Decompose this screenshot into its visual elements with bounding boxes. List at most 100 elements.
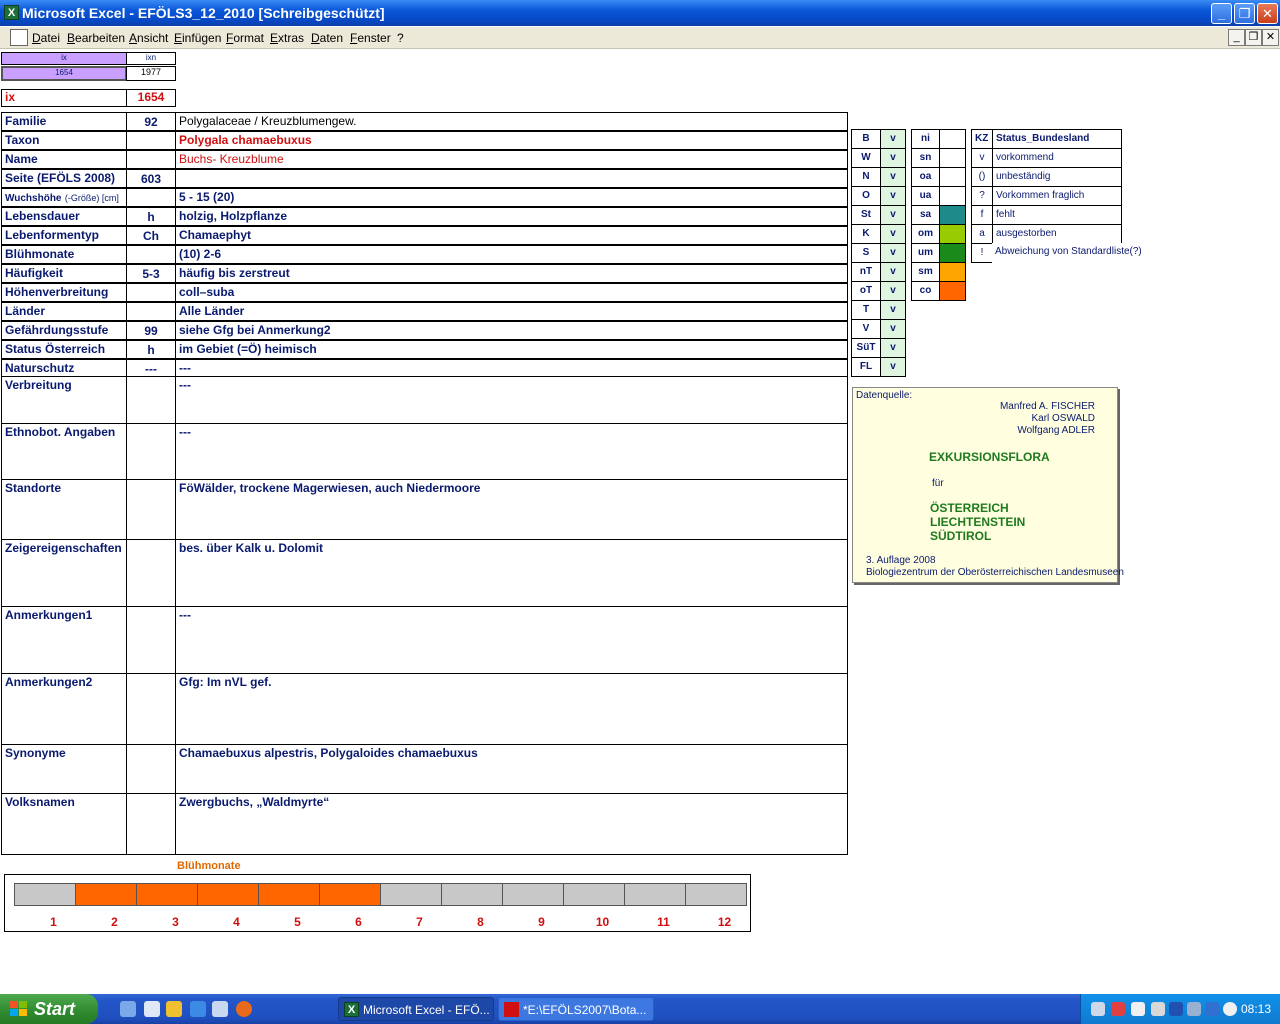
info-icon[interactable] [1205, 1002, 1219, 1016]
field-value[interactable]: Gfg: Im nVL gef. [175, 673, 848, 745]
menu-item[interactable]: Fenster [350, 31, 391, 45]
field-code[interactable]: Ch [126, 226, 176, 245]
tray-icon[interactable] [1187, 1002, 1201, 1016]
field-value[interactable]: siehe Gfg bei Anmerkung2 [175, 321, 848, 340]
field-value[interactable]: 5 - 15 (20) [175, 188, 848, 207]
state-status[interactable]: v [880, 243, 906, 263]
field-value[interactable]: coll–suba [175, 283, 848, 302]
clock[interactable]: 08:13 [1241, 1002, 1271, 1016]
state-status[interactable]: v [880, 319, 906, 339]
menu-item[interactable]: Einfügen [174, 31, 221, 45]
menu-item[interactable]: Ansicht [129, 31, 168, 45]
menu-item[interactable]: Bearbeiten [67, 31, 125, 45]
field-code[interactable] [126, 131, 176, 150]
tray-icon[interactable] [1111, 1002, 1125, 1016]
state-status[interactable]: v [880, 224, 906, 244]
field-code[interactable] [126, 423, 176, 480]
workbook-icon[interactable] [10, 29, 28, 46]
shield-icon[interactable] [1169, 1002, 1183, 1016]
field-code[interactable] [126, 673, 176, 745]
quicklaunch-icon[interactable] [144, 1001, 160, 1017]
field-value[interactable]: --- [175, 423, 848, 480]
field-code[interactable] [126, 539, 176, 607]
field-value[interactable]: Chamaebuxus alpestris, Polygaloides cham… [175, 744, 848, 794]
field-code[interactable]: h [126, 340, 176, 359]
source-publisher: Biologiezentrum der Oberösterreichischen… [866, 567, 1124, 578]
field-value[interactable]: --- [175, 376, 848, 424]
state-status[interactable]: v [880, 186, 906, 206]
field-value[interactable]: Buchs- Kreuzblume [175, 150, 848, 169]
field-value[interactable]: häufig bis zerstreut [175, 264, 848, 283]
firefox-icon[interactable] [236, 1001, 252, 1017]
field-code[interactable]: 92 [126, 112, 176, 131]
field-value[interactable]: Zwergbuchs, „Waldmyrte“ [175, 793, 848, 855]
field-code[interactable]: 5-3 [126, 264, 176, 283]
month-bar [319, 883, 381, 906]
quicklaunch-icon[interactable] [212, 1001, 228, 1017]
quicklaunch-icon[interactable] [166, 1001, 182, 1017]
field-code[interactable] [126, 376, 176, 424]
state-status[interactable]: v [880, 357, 906, 377]
field-code[interactable] [126, 283, 176, 302]
close-button[interactable]: ✕ [1257, 3, 1278, 24]
field-code[interactable]: h [126, 207, 176, 226]
field-value[interactable]: Chamaephyt [175, 226, 848, 245]
field-value[interactable]: holzig, Holzpflanze [175, 207, 848, 226]
field-value[interactable]: --- [175, 606, 848, 674]
field-code[interactable] [126, 744, 176, 794]
field-code[interactable] [126, 479, 176, 540]
state-status[interactable]: v [880, 148, 906, 168]
menu-item[interactable]: ? [397, 31, 404, 45]
maximize-button[interactable]: ❐ [1234, 3, 1255, 24]
excel-icon[interactable]: X [4, 5, 19, 20]
source-author: Wolfgang ADLER [1017, 425, 1095, 436]
start-button[interactable]: Start [0, 994, 98, 1024]
state-code: S [851, 243, 881, 263]
field-value[interactable]: Polygala chamaebuxus [175, 131, 848, 150]
state-status[interactable]: v [880, 262, 906, 282]
mdi-minimize-button[interactable]: _ [1228, 29, 1245, 46]
field-value[interactable]: im Gebiet (=Ö) heimisch [175, 340, 848, 359]
ix-value[interactable]: 1654 [126, 89, 176, 107]
mdi-close-button[interactable]: ✕ [1262, 29, 1279, 46]
menu-item[interactable]: Datei [32, 31, 60, 45]
mdi-restore-button[interactable]: ❐ [1245, 29, 1262, 46]
field-value[interactable] [175, 169, 848, 188]
menu-item[interactable]: Extras [270, 31, 304, 45]
tray-icon[interactable] [1151, 1002, 1165, 1016]
minimize-button[interactable]: _ [1211, 3, 1232, 24]
field-value[interactable]: Polygalaceae / Kreuzblumengew. [175, 112, 848, 131]
field-value[interactable]: (10) 2-6 [175, 245, 848, 264]
state-status[interactable]: v [880, 281, 906, 301]
window-title-bar[interactable]: X Microsoft Excel - EFÖLS3_12_2010 [Schr… [0, 0, 1280, 26]
state-status[interactable]: v [880, 205, 906, 225]
state-status[interactable]: v [880, 338, 906, 358]
field-code[interactable] [126, 188, 176, 207]
ie-icon[interactable] [190, 1001, 206, 1017]
taskbar-task-folder[interactable]: *E:\EFÖLS2007\Bota... [498, 997, 654, 1021]
menu-item[interactable]: Daten [311, 31, 343, 45]
worksheet[interactable]: ix ixn 1654 1977 ix 1654 Familie 92 Polyga… [0, 50, 1280, 992]
ixn-value-cell[interactable]: 1977 [126, 66, 176, 81]
state-status[interactable]: v [880, 129, 906, 149]
field-code[interactable]: 603 [126, 169, 176, 188]
field-value[interactable]: bes. über Kalk u. Dolomit [175, 539, 848, 607]
field-code[interactable] [126, 606, 176, 674]
state-status[interactable]: v [880, 167, 906, 187]
network-icon[interactable] [1091, 1002, 1105, 1016]
field-code[interactable] [126, 150, 176, 169]
taskbar-task-excel[interactable]: X Microsoft Excel - EFÖ... [338, 997, 494, 1021]
tray-icon[interactable] [1223, 1002, 1237, 1016]
menu-item[interactable]: Format [226, 31, 264, 45]
field-code[interactable] [126, 245, 176, 264]
field-code[interactable]: 99 [126, 321, 176, 340]
field-value[interactable]: Alle Länder [175, 302, 848, 321]
quicklaunch-icon[interactable] [120, 1001, 136, 1017]
search-icon[interactable] [1131, 1002, 1145, 1016]
field-code[interactable] [126, 302, 176, 321]
field-value[interactable]: FöWälder, trockene Magerwiesen, auch Nie… [175, 479, 848, 540]
field-code[interactable] [126, 793, 176, 855]
state-status[interactable]: v [880, 300, 906, 320]
ix-value-cell[interactable]: 1654 [1, 66, 127, 81]
taskbar: Start X Microsoft Excel - EFÖ... *E:\EFÖ… [0, 994, 1280, 1024]
